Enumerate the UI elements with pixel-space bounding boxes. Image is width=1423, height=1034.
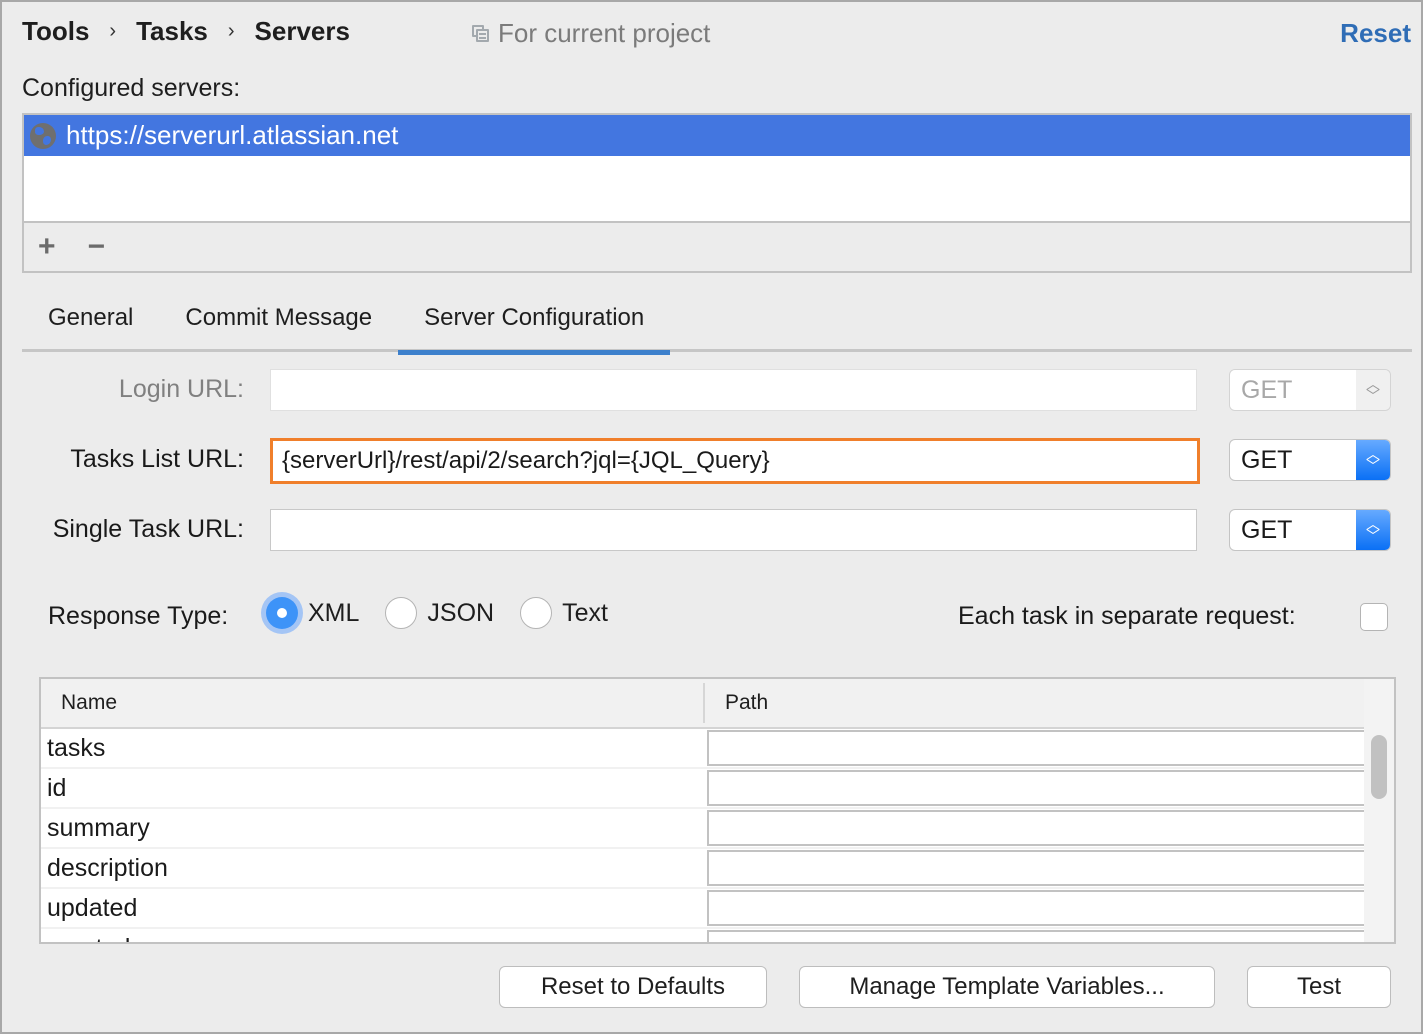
login-url-input[interactable] (270, 369, 1197, 411)
column-header-name[interactable]: Name (41, 683, 705, 723)
row-name: tasks (47, 733, 106, 762)
reset-to-defaults-button[interactable]: Reset to Defaults (499, 966, 767, 1008)
radio-json[interactable]: JSON (385, 597, 494, 629)
response-type-radio-group: XML JSON Text (266, 597, 634, 629)
row-name: description (47, 853, 168, 882)
login-url-label: Login URL: (118, 375, 244, 403)
breadcrumb-servers: Servers (254, 15, 350, 46)
login-method-select[interactable]: GET ︿ ﹀ (1229, 369, 1391, 411)
chevron-up-down-icon: ︿ ﹀ (1356, 440, 1390, 480)
separate-request-checkbox[interactable] (1360, 603, 1388, 631)
breadcrumb-separator: › (227, 19, 235, 42)
tasks-list-method-value: GET (1241, 445, 1293, 474)
radio-label: XML (308, 598, 360, 627)
configured-servers-label: Configured servers: (22, 74, 241, 102)
radio-indicator (385, 597, 418, 629)
row-path-input[interactable] (707, 890, 1366, 926)
breadcrumb-separator: › (109, 19, 117, 42)
response-type-label: Response Type: (48, 602, 229, 630)
row-path-input[interactable] (707, 930, 1366, 942)
single-task-method-value: GET (1241, 515, 1293, 544)
tab-server-configuration[interactable]: Server Configuration (398, 294, 671, 355)
radio-text[interactable]: Text (520, 597, 608, 629)
row-name: created (41, 929, 705, 943)
row-path-input[interactable] (707, 770, 1366, 806)
copy-icon (472, 24, 490, 43)
table-row: description (41, 849, 1366, 889)
row-path-input[interactable] (707, 730, 1366, 766)
tasks-list-url-label: Tasks List URL: (70, 445, 244, 473)
reset-link[interactable]: Reset (1340, 18, 1411, 49)
table-header: Name Path (41, 679, 1366, 729)
row-name: id (47, 773, 67, 802)
scrollbar-thumb[interactable] (1371, 735, 1387, 799)
chevron-up-down-icon: ︿ ﹀ (1356, 370, 1390, 410)
row-name: summary (47, 813, 150, 842)
manage-template-variables-button[interactable]: Manage Template Variables... (799, 966, 1215, 1008)
table-scrollbar[interactable] (1364, 679, 1394, 942)
radio-indicator (520, 597, 553, 629)
scope-indicator: For current project (472, 18, 710, 49)
table-row: id (41, 769, 1366, 809)
single-task-url-input[interactable] (270, 509, 1197, 551)
table-row: summary (41, 809, 1366, 849)
login-method-value: GET (1230, 370, 1356, 410)
server-url: https://serverurl.atlassian.net (66, 120, 399, 150)
remove-server-button[interactable]: − (88, 232, 106, 262)
table-row: updated (41, 889, 1366, 929)
radio-label: JSON (427, 598, 495, 627)
breadcrumb: Tools › Tasks › Servers (22, 14, 350, 48)
add-server-button[interactable]: + (38, 232, 56, 262)
table-row: tasks (41, 729, 1366, 769)
table-row: created (41, 929, 1366, 943)
tasks-list-url-input[interactable]: {serverUrl}/rest/api/2/search?jql={JQL_Q… (270, 438, 1200, 484)
test-button[interactable]: Test (1247, 966, 1391, 1008)
scope-label: For current project (498, 18, 711, 48)
row-path-input[interactable] (707, 810, 1366, 846)
server-list-item[interactable]: https://serverurl.atlassian.net (24, 115, 1410, 156)
tab-general[interactable]: General (22, 294, 159, 352)
single-task-url-label: Single Task URL: (52, 515, 244, 543)
row-name: updated (47, 893, 138, 922)
row-path-input[interactable] (707, 850, 1366, 886)
radio-indicator (266, 597, 298, 629)
tasks-list-method-select[interactable]: GET ︿ ﹀ (1229, 439, 1391, 481)
tab-bar: General Commit Message Server Configurat… (22, 294, 1412, 355)
server-list-toolbar: + − (24, 221, 1410, 271)
separate-request-label: Each task in separate request: (958, 602, 1296, 630)
radio-xml[interactable]: XML (266, 597, 359, 629)
selectors-table: Name Path tasks id summary description u… (39, 677, 1396, 944)
chevron-up-down-icon: ︿ ﹀ (1356, 510, 1390, 550)
globe-icon (30, 122, 56, 149)
breadcrumb-tools[interactable]: Tools (22, 16, 89, 47)
radio-label: Text (562, 598, 608, 627)
breadcrumb-tasks[interactable]: Tasks (136, 16, 208, 47)
single-task-method-select[interactable]: GET ︿ ﹀ (1229, 509, 1391, 551)
column-header-path[interactable]: Path (705, 679, 1366, 727)
tab-commit-message[interactable]: Commit Message (159, 294, 398, 352)
server-list[interactable]: https://serverurl.atlassian.net + − (22, 113, 1412, 273)
